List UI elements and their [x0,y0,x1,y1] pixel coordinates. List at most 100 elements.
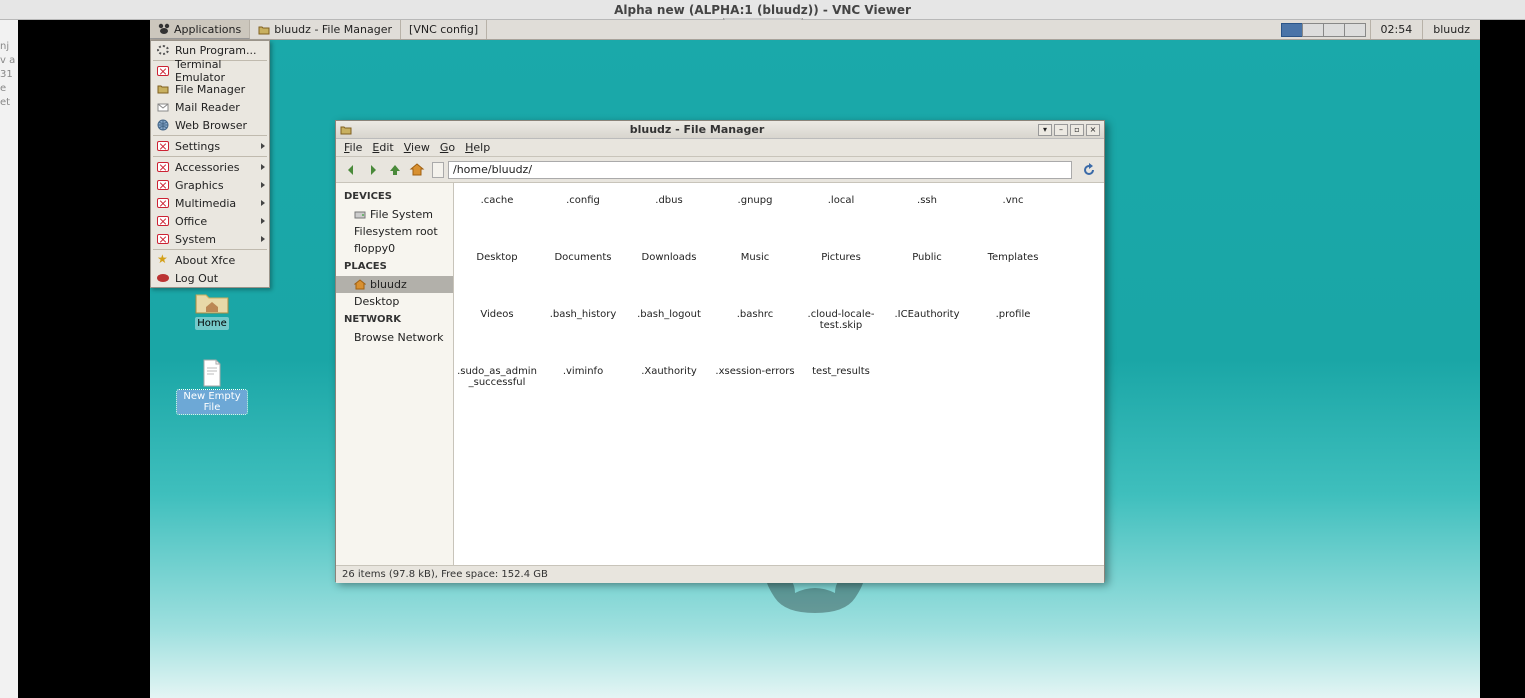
file-item[interactable]: .ssh [884,193,970,249]
file-item[interactable]: Videos [454,307,540,363]
menu-file-manager[interactable]: File Manager [151,80,269,98]
file-item[interactable]: .gnupg [712,193,798,249]
menu-help[interactable]: Help [465,141,490,154]
applications-menu: Run Program... Terminal Emulator File Ma… [150,40,270,288]
run-icon [157,45,169,55]
file-item[interactable]: .vnc [970,193,1056,249]
file-item[interactable]: .local [798,193,884,249]
folder-icon [340,124,352,136]
xfce-panel: Applications bluudz - File Manager [VNC … [150,20,1480,40]
menu-terminal-emulator[interactable]: Terminal Emulator [151,62,269,80]
file-item-label: .viminfo [561,366,605,377]
file-item-label: test_results [810,366,872,377]
menu-graphics[interactable]: Graphics [151,176,269,194]
file-item[interactable]: Pictures [798,250,884,306]
window-minimize-button[interactable]: – [1054,124,1068,136]
file-item[interactable]: .xsession-errors [712,364,798,420]
location-bar[interactable]: /home/bluudz/ [448,161,1072,179]
submenu-arrow-icon [261,236,265,242]
workspace-switcher[interactable] [1278,20,1370,39]
file-item-label: .dbus [653,195,684,206]
file-item[interactable]: test_results [798,364,884,420]
file-item[interactable]: .dbus [626,193,712,249]
file-item[interactable]: Documents [540,250,626,306]
menu-label: Office [175,215,207,228]
menu-go[interactable]: Go [440,141,455,154]
file-item[interactable]: .bash_logout [626,307,712,363]
file-item[interactable]: .config [540,193,626,249]
desktop-icon-new-empty-file[interactable]: New Empty File [177,358,247,414]
sidebar-item-label: bluudz [370,278,407,291]
file-item-label: .bashrc [735,309,776,320]
menu-mail-reader[interactable]: Mail Reader [151,98,269,116]
taskbar-item-vnc-config[interactable]: [VNC config] [401,20,487,39]
menu-run-program[interactable]: Run Program... [151,41,269,59]
file-item[interactable]: .bashrc [712,307,798,363]
file-item-label: Documents [552,252,613,263]
panel-clock[interactable]: 02:54 [1370,20,1423,39]
sidebar-item-filesystem-root[interactable]: Filesystem root [336,223,453,240]
workspace-4[interactable] [1344,23,1366,37]
sidebar-item-floppy0[interactable]: floppy0 [336,240,453,257]
vnc-host-titlebar: Alpha new (ALPHA:1 (bluudz)) - VNC Viewe… [0,0,1525,20]
file-item[interactable]: .Xauthority [626,364,712,420]
file-item[interactable]: .cache [454,193,540,249]
menu-view[interactable]: View [404,141,430,154]
submenu-arrow-icon [261,143,265,149]
guest-desktop[interactable]: Applications bluudz - File Manager [VNC … [150,20,1480,698]
file-item[interactable]: .sudo_as_admin_successful [454,364,540,420]
workspace-2[interactable] [1302,23,1324,37]
desktop-icon-home[interactable]: Home [177,285,247,330]
file-item-label: .bash_history [548,309,619,320]
file-item[interactable]: Desktop [454,250,540,306]
home-icon [354,279,366,291]
file-item-label: .vnc [1001,195,1026,206]
file-item[interactable]: Downloads [626,250,712,306]
window-shade-button[interactable]: ▾ [1038,124,1052,136]
desktop-icon-label: New Empty File [177,390,247,414]
menu-web-browser[interactable]: Web Browser [151,116,269,134]
file-item[interactable]: .bash_history [540,307,626,363]
nav-forward-button[interactable] [364,161,382,179]
nav-back-button[interactable] [342,161,360,179]
nav-home-button[interactable] [408,161,426,179]
window-maximize-button[interactable]: ▫ [1070,124,1084,136]
menu-office[interactable]: Office [151,212,269,230]
menu-label: System [175,233,216,246]
menu-settings[interactable]: Settings [151,137,269,155]
sidebar-item-browse-network[interactable]: Browse Network [336,329,453,346]
workspace-1[interactable] [1281,23,1303,37]
sidebar-item-label: Desktop [354,295,399,308]
sidebar-item-bluudz[interactable]: bluudz [336,276,453,293]
menu-about-xfce[interactable]: ★ About Xfce [151,251,269,269]
file-item-label: .profile [994,309,1033,320]
menu-multimedia[interactable]: Multimedia [151,194,269,212]
file-item[interactable]: .viminfo [540,364,626,420]
menu-accessories[interactable]: Accessories [151,158,269,176]
menu-file[interactable]: File [344,141,362,154]
menu-system[interactable]: System [151,230,269,248]
file-item[interactable]: Music [712,250,798,306]
file-item[interactable]: Public [884,250,970,306]
workspace-3[interactable] [1323,23,1345,37]
path-style-toggle[interactable] [432,162,444,178]
refresh-button[interactable] [1080,161,1098,179]
file-item[interactable]: .cloud-locale-test.skip [798,307,884,363]
file-item[interactable]: .ICEauthority [884,307,970,363]
file-item[interactable]: Templates [970,250,1056,306]
sidebar-item-label: Filesystem root [354,225,438,238]
file-manager-view[interactable]: .cache.config .dbus .gnupg.local.ssh .vnc De… [454,183,1104,565]
sidebar-item-desktop[interactable]: Desktop [336,293,453,310]
sidebar-item-filesystem[interactable]: File System [336,206,453,223]
menu-edit[interactable]: Edit [372,141,393,154]
window-titlebar[interactable]: bluudz - File Manager ▾ – ▫ × [336,121,1104,139]
window-close-button[interactable]: × [1086,124,1100,136]
applications-menu-button[interactable]: Applications [150,20,250,39]
nav-up-button[interactable] [386,161,404,179]
taskbar-item-file-manager[interactable]: bluudz - File Manager [250,20,401,39]
file-item-label: .ICEauthority [893,309,962,320]
panel-user[interactable]: bluudz [1422,20,1480,39]
status-text: 26 items (97.8 kB), Free space: 152.4 GB [342,569,548,580]
submenu-arrow-icon [261,200,265,206]
file-item[interactable]: .profile [970,307,1056,363]
